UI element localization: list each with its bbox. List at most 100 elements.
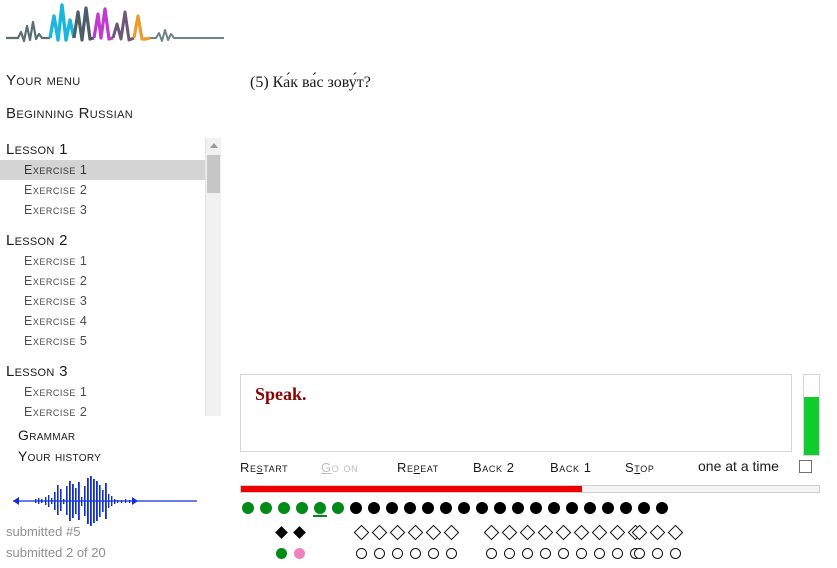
circle-cell[interactable] xyxy=(572,543,590,563)
lesson-header[interactable]: Lesson 3 xyxy=(0,360,205,382)
utterance-dot[interactable] xyxy=(582,501,600,515)
sidebar-item-lesson1-exercise1[interactable]: Exercise 1 xyxy=(0,160,205,180)
repeat-button[interactable]: Repeat xyxy=(397,460,439,475)
diamond-cell[interactable] xyxy=(572,522,590,542)
circle-cell[interactable] xyxy=(290,543,308,563)
circle-cell[interactable] xyxy=(442,543,460,563)
circle-cell[interactable] xyxy=(352,543,370,563)
your-menu-heading[interactable]: Your menu xyxy=(0,72,81,89)
diamond-cell[interactable] xyxy=(536,522,554,542)
sidebar-item-your-history[interactable]: Your history xyxy=(18,448,101,464)
diamond-cell[interactable] xyxy=(352,522,370,542)
utterance-dot[interactable] xyxy=(258,501,276,515)
sidebar-item-lesson1-exercise3[interactable]: Exercise 3 xyxy=(0,200,205,220)
utterance-dot[interactable] xyxy=(330,501,348,515)
sidebar-item-lesson3-exercise1[interactable]: Exercise 1 xyxy=(0,382,205,402)
sidebar-item-lesson2-exercise2[interactable]: Exercise 2 xyxy=(0,271,205,291)
circle-cell[interactable] xyxy=(370,543,388,563)
lesson-scrollbar[interactable] xyxy=(205,138,221,416)
circle-cell[interactable] xyxy=(608,543,626,563)
utterance-dot[interactable] xyxy=(546,501,564,515)
utterance-dot[interactable] xyxy=(510,501,528,515)
utterance-dot[interactable] xyxy=(528,501,546,515)
circle-cell[interactable] xyxy=(666,543,684,563)
diamond-cell[interactable] xyxy=(554,522,572,542)
diamond-cell[interactable] xyxy=(370,522,388,542)
scrollbar-track[interactable] xyxy=(207,193,220,416)
utterance-dot[interactable] xyxy=(348,501,366,515)
circle-cell[interactable] xyxy=(272,543,290,563)
sidebar-item-lesson2-exercise4[interactable]: Exercise 4 xyxy=(0,311,205,331)
utterance-dot[interactable] xyxy=(276,501,294,515)
diamond-cell[interactable] xyxy=(406,522,424,542)
diamond-filled-icon xyxy=(274,525,288,539)
utterance-dot[interactable] xyxy=(294,501,312,515)
circle-cell[interactable] xyxy=(648,543,666,563)
dot-black xyxy=(548,502,560,514)
diamond-cell[interactable] xyxy=(630,522,648,542)
stop-button[interactable]: Stop xyxy=(625,460,654,475)
circle-cell[interactable] xyxy=(590,543,608,563)
circle-cell[interactable] xyxy=(388,543,406,563)
circle-cell[interactable] xyxy=(500,543,518,563)
utterance-dot[interactable] xyxy=(618,501,636,515)
diamond-hollow-icon xyxy=(555,524,571,540)
lesson-header[interactable]: Lesson 2 xyxy=(0,229,205,251)
circle-cell[interactable] xyxy=(518,543,536,563)
diamond-cell[interactable] xyxy=(442,522,460,542)
circle-cell[interactable] xyxy=(554,543,572,563)
utterance-dot[interactable] xyxy=(654,501,672,515)
circle-cell[interactable] xyxy=(424,543,442,563)
restart-button[interactable]: Restart xyxy=(240,460,288,475)
diamond-cell[interactable] xyxy=(666,522,684,542)
diamond-hollow-icon xyxy=(371,524,387,540)
course-title[interactable]: Beginning Russian xyxy=(0,105,133,122)
back-1-button[interactable]: Back 1 xyxy=(550,460,592,475)
sidebar-item-lesson3-exercise2[interactable]: Exercise 2 xyxy=(0,402,205,416)
diamond-cell[interactable] xyxy=(500,522,518,542)
utterance-dot[interactable] xyxy=(456,501,474,515)
sidebar-item-lesson2-exercise5[interactable]: Exercise 5 xyxy=(0,331,205,351)
utterance-dot[interactable] xyxy=(384,501,402,515)
diamond-cell[interactable] xyxy=(424,522,442,542)
lesson-list: Lesson 1 Exercise 1 Exercise 2 Exercise 3 Le… xyxy=(0,138,205,416)
utterance-dot[interactable] xyxy=(564,501,582,515)
scroll-up-arrow-icon[interactable] xyxy=(206,138,221,153)
utterance-shape-rows xyxy=(240,522,830,564)
utterance-dot[interactable] xyxy=(492,501,510,515)
scrollbar-thumb[interactable] xyxy=(207,155,220,193)
circle-cell[interactable] xyxy=(406,543,424,563)
diamond-cell[interactable] xyxy=(290,522,308,542)
diamond-cell[interactable] xyxy=(482,522,500,542)
utterance-dot[interactable] xyxy=(600,501,618,515)
circle-cell[interactable] xyxy=(482,543,500,563)
utterance-dot[interactable] xyxy=(420,501,438,515)
diamond-cell[interactable] xyxy=(272,522,290,542)
utterance-dot[interactable] xyxy=(474,501,492,515)
utterance-dot[interactable] xyxy=(312,501,330,517)
back-2-button[interactable]: Back 2 xyxy=(473,460,515,475)
dot-green xyxy=(278,502,290,514)
sidebar-item-grammar[interactable]: Grammar xyxy=(18,427,75,443)
diamond-cell[interactable] xyxy=(388,522,406,542)
utterance-dot[interactable] xyxy=(366,501,384,515)
dot-green xyxy=(242,502,254,514)
sidebar-item-lesson1-exercise2[interactable]: Exercise 2 xyxy=(0,180,205,200)
dot-green xyxy=(260,502,272,514)
diamond-cell[interactable] xyxy=(518,522,536,542)
one-at-a-time-checkbox[interactable] xyxy=(799,460,812,473)
diamond-cell[interactable] xyxy=(648,522,666,542)
circle-cell[interactable] xyxy=(630,543,648,563)
lesson-header[interactable]: Lesson 1 xyxy=(0,138,205,160)
app-logo[interactable] xyxy=(0,0,230,52)
sidebar-item-lesson2-exercise3[interactable]: Exercise 3 xyxy=(0,291,205,311)
utterance-dot[interactable] xyxy=(636,501,654,515)
diamond-hollow-icon xyxy=(667,524,683,540)
utterance-dot[interactable] xyxy=(402,501,420,515)
diamond-cell[interactable] xyxy=(590,522,608,542)
sidebar-item-lesson2-exercise1[interactable]: Exercise 1 xyxy=(0,251,205,271)
utterance-dot[interactable] xyxy=(240,501,258,515)
diamond-cell[interactable] xyxy=(608,522,626,542)
circle-cell[interactable] xyxy=(536,543,554,563)
utterance-dot[interactable] xyxy=(438,501,456,515)
